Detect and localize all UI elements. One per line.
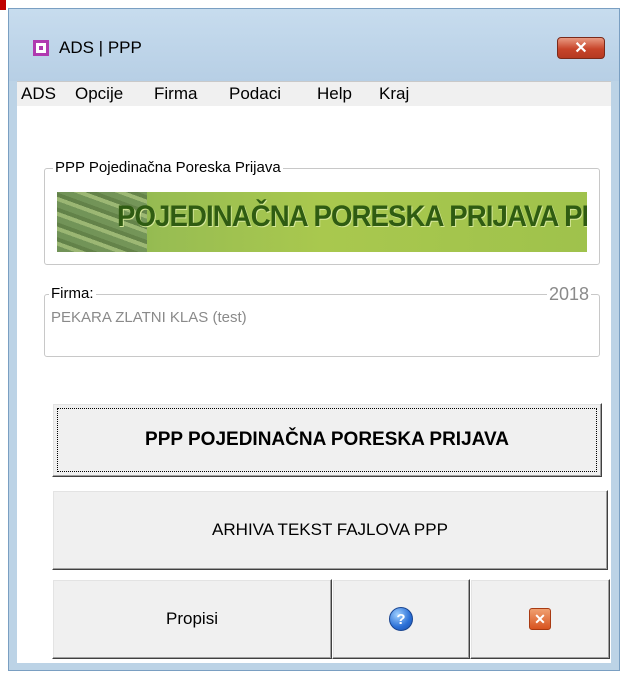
firma-group: Firma: 2018 PEKARA ZLATNI KLAS (test) [44, 284, 600, 357]
arhiva-button[interactable]: ARHIVA TEKST FAJLOVA PPP [52, 490, 608, 570]
ppp-group: PPP Pojedinačna Poreska Prijava POJEDINA… [44, 159, 600, 265]
window-edge-mark [0, 0, 6, 10]
firma-group-legend: Firma: [49, 285, 96, 302]
help-button[interactable]: ? [332, 579, 470, 659]
arhiva-label: ARHIVA TEKST FAJLOVA PPP [212, 520, 448, 539]
client-area: PPP Pojedinačna Poreska Prijava POJEDINA… [17, 109, 611, 663]
help-icon: ? [389, 607, 413, 631]
ppp-prijava-button[interactable]: PPP POJEDINAČNA PORESKA PRIJAVA [52, 403, 602, 477]
close-icon: ✕ [574, 40, 588, 57]
ppp-group-legend: PPP Pojedinačna Poreska Prijava [53, 159, 283, 176]
firma-name: PEKARA ZLATNI KLAS (test) [51, 309, 247, 326]
exit-button[interactable]: ✕ [470, 579, 610, 659]
menu-bar: ADS Opcije Firma Podaci Help Kraj [17, 81, 611, 110]
banner-title: POJEDINAČNA PORESKA PRIJAVA PPP [117, 200, 587, 233]
year-label: 2018 [546, 284, 591, 305]
menu-item-firma[interactable]: Firma [154, 84, 197, 104]
help-glyph: ? [396, 610, 406, 628]
menu-strip: ADS Opcije Firma Podaci Help Kraj [17, 82, 611, 106]
window-title: ADS | PPP [59, 38, 142, 57]
exit-icon: ✕ [529, 608, 551, 630]
propisi-button[interactable]: Propisi [52, 579, 332, 659]
menu-item-opcije[interactable]: Opcije [75, 84, 123, 104]
menu-item-help[interactable]: Help [317, 84, 352, 104]
app-icon [33, 40, 49, 56]
close-window-button[interactable]: ✕ [557, 37, 605, 59]
exit-glyph: ✕ [534, 610, 546, 627]
menu-item-ads[interactable]: ADS [21, 84, 56, 104]
ppp-banner: POJEDINAČNA PORESKA PRIJAVA PPP [57, 192, 587, 252]
title-bar[interactable]: ADS | PPP ✕ [9, 9, 619, 81]
focus-rectangle [57, 408, 597, 472]
app-window: ADS | PPP ✕ ADS Opcije Firma Podaci Help… [8, 8, 620, 671]
menu-item-podaci[interactable]: Podaci [229, 84, 281, 104]
menu-item-kraj[interactable]: Kraj [379, 84, 409, 104]
propisi-label: Propisi [166, 609, 218, 628]
